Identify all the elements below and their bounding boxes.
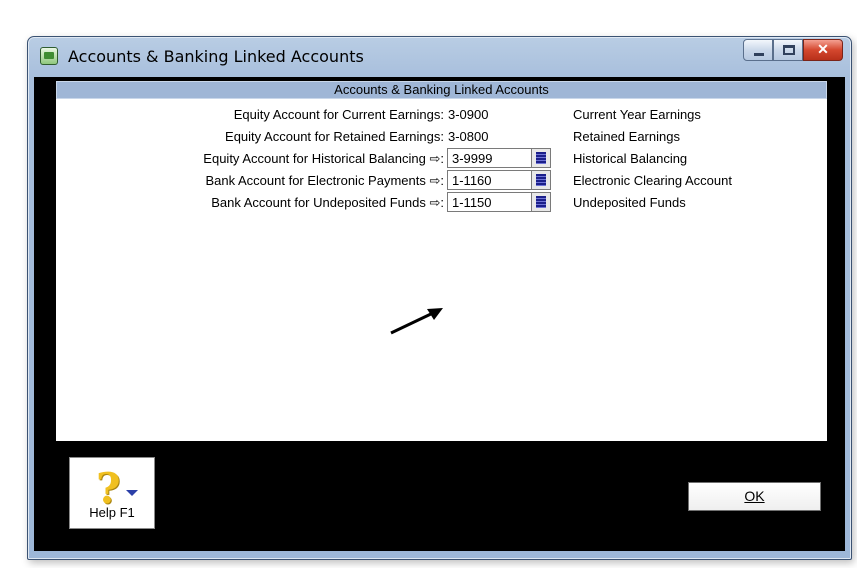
row-label: Equity Account for Retained Earnings: xyxy=(225,129,444,144)
maximize-icon xyxy=(783,45,795,55)
linked-account-row: Equity Account for Historical Balancing … xyxy=(56,147,827,169)
minimize-icon xyxy=(754,53,764,56)
chevron-down-icon xyxy=(126,490,138,496)
link-arrow-icon[interactable]: ⇨: xyxy=(429,173,444,188)
help-label: Help F1 xyxy=(89,505,135,520)
close-icon: ✕ xyxy=(817,41,829,57)
linked-account-row: Equity Account for Retained Earnings: 3-… xyxy=(56,125,827,147)
row-label: Bank Account for Electronic Payments ⇨: xyxy=(205,173,444,189)
window-title: Accounts & Banking Linked Accounts xyxy=(68,47,364,66)
account-name: Retained Earnings xyxy=(573,129,680,144)
row-label-text: Bank Account for Electronic Payments xyxy=(205,173,426,188)
minimize-button[interactable] xyxy=(743,39,773,61)
panel-header: Accounts & Banking Linked Accounts xyxy=(56,81,827,99)
caption-buttons: ✕ xyxy=(743,39,843,61)
historical-balancing-account-field[interactable]: 3-9999 xyxy=(447,148,531,168)
list-lookup-icon[interactable] xyxy=(531,170,551,190)
ok-button[interactable]: OK xyxy=(688,482,821,511)
account-name: Undeposited Funds xyxy=(573,195,686,210)
account-number: 3-0800 xyxy=(448,129,489,144)
link-arrow-icon[interactable]: ⇨: xyxy=(429,151,444,166)
ok-label: OK xyxy=(744,488,765,504)
account-name: Current Year Earnings xyxy=(573,107,701,122)
linked-account-row: Equity Account for Current Earnings: 3-0… xyxy=(56,103,827,125)
list-lookup-icon[interactable] xyxy=(531,148,551,168)
row-label-text: Equity Account for Historical Balancing xyxy=(203,151,426,166)
help-button[interactable]: ? Help F1 xyxy=(69,457,155,529)
linked-account-row: Bank Account for Undeposited Funds ⇨: 1-… xyxy=(56,191,827,213)
undeposited-funds-account-field[interactable]: 1-1150 xyxy=(447,192,531,212)
account-name: Electronic Clearing Account xyxy=(573,173,732,188)
dialog-window: Accounts & Banking Linked Accounts ✕ Acc… xyxy=(27,36,852,560)
dialog-client-area: Accounts & Banking Linked Accounts Equit… xyxy=(34,77,845,551)
row-label-text: Bank Account for Undeposited Funds xyxy=(211,195,426,210)
app-icon[interactable] xyxy=(40,47,58,65)
row-label: Equity Account for Historical Balancing … xyxy=(203,151,444,167)
account-number: 3-0900 xyxy=(448,107,489,122)
row-label: Bank Account for Undeposited Funds ⇨: xyxy=(211,195,444,211)
close-button[interactable]: ✕ xyxy=(803,39,843,61)
maximize-button[interactable] xyxy=(773,39,803,61)
electronic-payments-account-field[interactable]: 1-1160 xyxy=(447,170,531,190)
title-bar[interactable]: Accounts & Banking Linked Accounts ✕ xyxy=(28,37,851,77)
account-name: Historical Balancing xyxy=(573,151,688,166)
row-label: Equity Account for Current Earnings: xyxy=(233,107,444,122)
pointer-arrow-icon xyxy=(390,308,443,335)
linked-account-row: Bank Account for Electronic Payments ⇨: … xyxy=(56,169,827,191)
link-arrow-icon[interactable]: ⇨: xyxy=(429,195,444,210)
linked-accounts-panel: Equity Account for Current Earnings: 3-0… xyxy=(56,99,827,441)
list-lookup-icon[interactable] xyxy=(531,192,551,212)
